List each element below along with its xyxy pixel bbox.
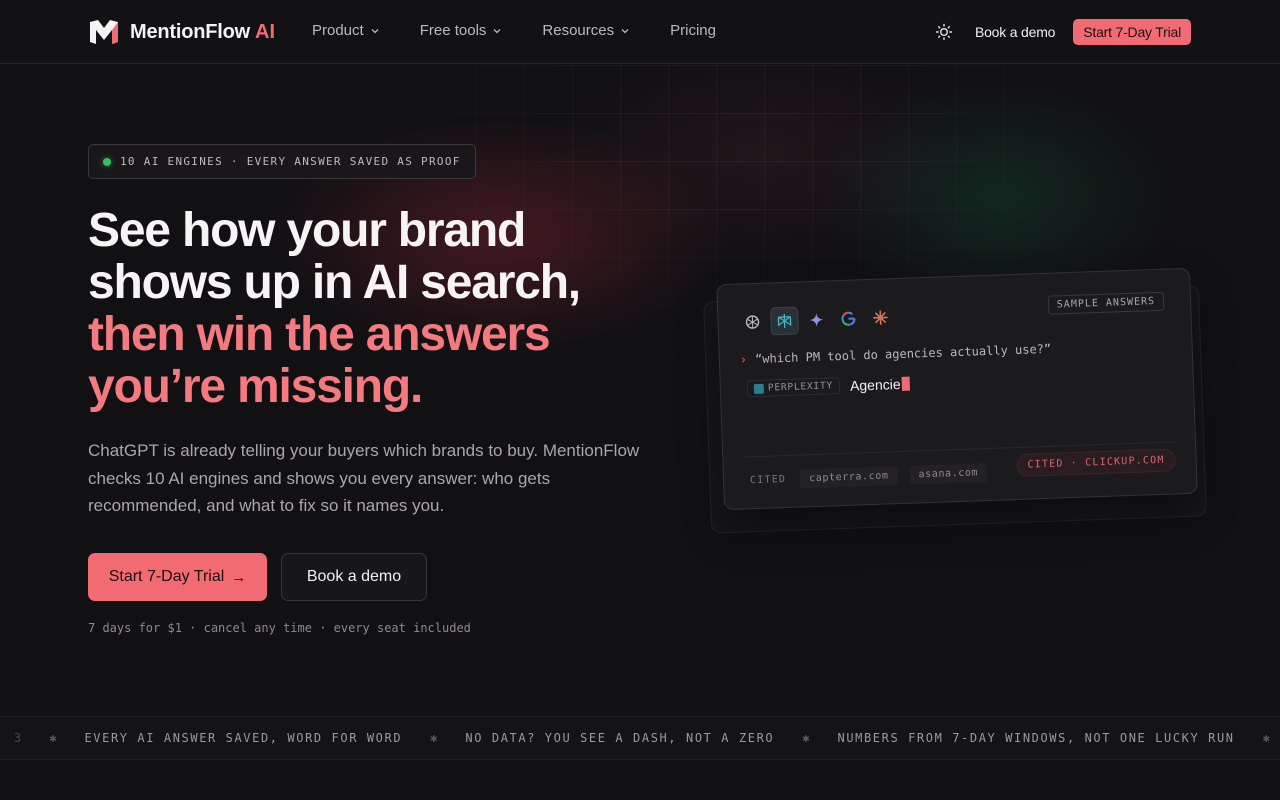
prompt-caret-icon: › (739, 352, 748, 367)
headline-line-3: then win the answers (88, 308, 551, 361)
chevron-down-icon (371, 28, 379, 33)
nav-pricing[interactable]: Pricing (670, 22, 716, 39)
chevron-down-icon (493, 28, 501, 33)
answer-text: Agencie (850, 375, 910, 393)
engine-chip-label: PERPLEXITY (767, 380, 834, 394)
cited-source-chip: asana.com (909, 463, 988, 485)
asterisk-icon: ✱ (49, 731, 57, 745)
typing-cursor (901, 376, 910, 391)
brand-ai-suffix: AI (255, 20, 275, 43)
nav-resources-label: Resources (542, 22, 615, 39)
perplexity-glyph (777, 313, 792, 328)
nav-actions: Book a demo Start 7-Day Trial (935, 19, 1191, 45)
sample-answer-card: SAMPLE ANSWERS › “which PM tool do agenci… (716, 267, 1198, 511)
headline-line-1: See how your brand (88, 204, 526, 257)
headline-line-4: you’re missing. (88, 360, 423, 413)
hero-subcopy: ChatGPT is already telling your buyers w… (88, 441, 640, 515)
chatgpt-icon[interactable] (738, 308, 767, 337)
sample-query-text: “which PM tool do agencies actually use?… (754, 341, 1052, 367)
cited-source-chip: capterra.com (799, 466, 898, 489)
cited-label: CITED (749, 474, 787, 487)
hero-headline: See how your brand shows up in AI search… (88, 205, 708, 413)
book-demo-button[interactable]: Book a demo (281, 553, 427, 601)
answer-text-content: Agencie (849, 375, 901, 394)
asterisk-icon: ✱ (430, 731, 438, 745)
ticker-item: EVERY AI ANSWER SAVED, WORD FOR WORD (84, 731, 403, 745)
headline-line-2: shows up in AI search, (88, 256, 581, 309)
sample-query: › “which PM tool do agencies actually use… (740, 342, 1052, 367)
start-trial-button[interactable]: Start 7-Day Trial → (88, 553, 267, 601)
asterisk-icon: ✱ (802, 731, 810, 745)
mentionflow-logo-icon (90, 20, 118, 44)
arrow-right-icon: → (231, 568, 247, 586)
nav-book-demo-link[interactable]: Book a demo (975, 24, 1055, 40)
asterisk-icon: ✱ (1262, 731, 1270, 745)
ticker-item: NUMBERS FROM 7-DAY WINDOWS, NOT ONE LUCK… (837, 731, 1235, 745)
engine-chip: PERPLEXITY (746, 377, 841, 398)
gemini-icon[interactable] (802, 305, 831, 334)
top-nav: MentionFlow AI Product Free tools Resour… (0, 0, 1280, 64)
chatgpt-glyph (745, 315, 760, 329)
google-glyph (841, 311, 856, 326)
brand-logo-link[interactable]: MentionFlow AI (88, 18, 275, 46)
book-demo-label: Book a demo (306, 568, 402, 585)
nav-product[interactable]: Product (312, 22, 380, 39)
nav-free-tools[interactable]: Free tools (420, 22, 503, 39)
proof-ticker: 3 ✱ EVERY AI ANSWER SAVED, WORD FOR WORD… (0, 716, 1280, 760)
nav-free-tools-label: Free tools (419, 22, 487, 39)
perplexity-mini-icon (753, 383, 765, 394)
chevron-down-icon (621, 28, 629, 33)
sample-answer-row: PERPLEXITY Agencie (746, 375, 910, 398)
perplexity-icon[interactable] (770, 306, 800, 336)
nav-product-label: Product (312, 22, 364, 39)
hero-fineprint: 7 days for $1 · cancel any time · every … (88, 621, 471, 635)
claude-glyph (873, 310, 888, 325)
sample-answers-tag: SAMPLE ANSWERS (1047, 291, 1165, 315)
google-icon[interactable] (834, 304, 863, 333)
nav-resources[interactable]: Resources (542, 22, 630, 39)
start-trial-label: Start 7-Day Trial (108, 568, 225, 585)
sun-icon[interactable] (935, 23, 953, 41)
nav-start-trial-button[interactable]: Start 7-Day Trial (1073, 19, 1191, 45)
gemini-glyph (809, 312, 824, 327)
claude-icon[interactable] (866, 303, 895, 332)
cited-highlight-chip: CITED · CLICKUP.COM (1016, 448, 1177, 477)
engine-selector (738, 303, 899, 337)
hero-badge: 10 AI ENGINES · EVERY ANSWER SAVED AS PR… (88, 144, 476, 179)
nav-links: Product Free tools Resources Pricing (312, 22, 756, 39)
ticker-fragment: 3 (14, 731, 22, 745)
ticker-track: 3 ✱ EVERY AI ANSWER SAVED, WORD FOR WORD… (14, 731, 1280, 745)
cited-sources-row: CITED capterra.com asana.com (750, 463, 1000, 491)
ticker-item: NO DATA? YOU SEE A DASH, NOT A ZERO (465, 731, 775, 745)
nav-pricing-label: Pricing (670, 22, 716, 39)
brand-name: MentionFlow (130, 20, 250, 43)
status-dot (103, 157, 111, 166)
hero-badge-text: 10 AI ENGINES · EVERY ANSWER SAVED AS PR… (120, 155, 461, 168)
